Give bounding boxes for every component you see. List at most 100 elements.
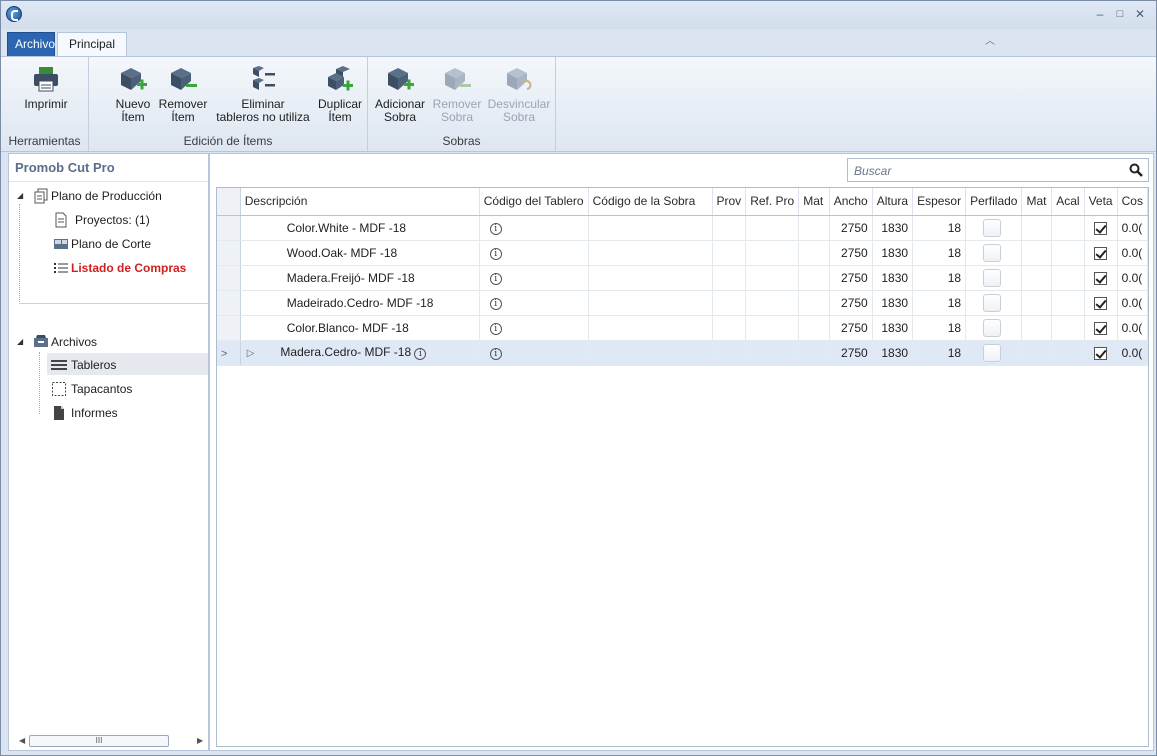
cell-codigo-sobra[interactable] — [588, 290, 713, 316]
search-icon[interactable] — [1129, 163, 1143, 177]
minimize-button[interactable]: ‒ — [1093, 7, 1107, 21]
column-header[interactable]: Prov — [712, 188, 747, 216]
table-row[interactable]: Color.White - MDF -18 i 2750 1830 18 0.0( — [217, 215, 1148, 241]
veta-checkbox[interactable] — [1094, 296, 1108, 310]
cell-ref-prov[interactable] — [745, 315, 800, 341]
column-header[interactable]: Perfilado — [965, 188, 1023, 216]
info-icon[interactable]: i — [489, 248, 502, 260]
column-header[interactable]: Mat — [798, 188, 830, 216]
cell-veta[interactable] — [1084, 240, 1118, 266]
cell-mat2[interactable] — [1021, 215, 1053, 241]
tree-item-proyectos[interactable]: Proyectos: (1) — [75, 213, 150, 227]
cell-mat[interactable] — [798, 215, 830, 241]
expand-toggle-icon[interactable]: ◢ — [17, 338, 25, 346]
cell-cos[interactable]: 0.0( — [1117, 215, 1148, 241]
cell-espesor[interactable]: 18 — [912, 240, 967, 266]
cell-mat[interactable] — [798, 265, 830, 291]
cell-veta[interactable] — [1084, 215, 1118, 241]
cell-descripcion[interactable]: Wood.Oak- MDF -18 — [240, 240, 480, 266]
cell-perfilado[interactable] — [965, 215, 1023, 241]
cell-prov[interactable] — [712, 340, 747, 366]
cell-veta[interactable] — [1084, 265, 1118, 291]
cell-altura[interactable]: 1830 — [872, 215, 914, 241]
row-header[interactable] — [217, 265, 241, 291]
perfilado-checkbox[interactable] — [983, 293, 1002, 312]
cell-ref-prov[interactable] — [745, 240, 800, 266]
cell-espesor[interactable]: 18 — [912, 290, 967, 316]
cell-mat2[interactable] — [1021, 240, 1053, 266]
info-icon[interactable]: i — [489, 348, 502, 360]
close-button[interactable]: ✕ — [1133, 7, 1147, 21]
cell-descripcion[interactable]: Madera.Freijó- MDF -18 — [240, 265, 480, 291]
cell-perfilado[interactable] — [965, 265, 1023, 291]
cell-altura[interactable]: 1830 — [872, 340, 914, 366]
cell-descripcion[interactable]: Madeirado.Cedro- MDF -18 — [240, 290, 480, 316]
cell-codigo-sobra[interactable] — [588, 215, 713, 241]
cell-descripcion[interactable]: ▷ Madera.Cedro- MDF -18 i — [240, 340, 480, 366]
cell-cos[interactable]: 0.0( — [1117, 290, 1148, 316]
print-button[interactable]: Imprimir — [11, 63, 81, 111]
row-header[interactable]: > — [217, 340, 241, 366]
info-icon[interactable]: i — [489, 298, 502, 310]
cell-ref-prov[interactable] — [745, 340, 800, 366]
cell-prov[interactable] — [712, 290, 747, 316]
cell-veta[interactable] — [1084, 315, 1118, 341]
scroll-right-icon[interactable]: ▶ — [197, 736, 203, 745]
cell-ref-prov[interactable] — [745, 215, 800, 241]
veta-checkbox[interactable] — [1094, 221, 1108, 235]
cell-ancho[interactable]: 2750 — [829, 265, 873, 291]
tree-item-informes[interactable]: Informes — [71, 406, 118, 420]
veta-checkbox[interactable] — [1094, 246, 1108, 260]
cell-mat[interactable] — [798, 315, 830, 341]
tree-item-archivos[interactable]: Archivos — [51, 335, 97, 349]
expand-row-icon[interactable]: ▷ — [247, 348, 255, 359]
scroll-left-icon[interactable]: ◀ — [19, 736, 25, 745]
cell-ancho[interactable]: 2750 — [829, 340, 873, 366]
column-header[interactable]: Veta — [1084, 188, 1118, 216]
veta-checkbox[interactable] — [1094, 321, 1108, 335]
cell-ref-prov[interactable] — [745, 290, 800, 316]
cell-perfilado[interactable] — [965, 290, 1023, 316]
cell-acal[interactable] — [1051, 240, 1085, 266]
cell-altura[interactable]: 1830 — [872, 315, 914, 341]
add-remnant-button[interactable]: Adicionar Sobra — [372, 63, 428, 124]
tree-item-plano-corte[interactable]: Plano de Corte — [71, 237, 151, 251]
remove-item-button[interactable]: Remover Ítem — [155, 63, 211, 124]
unlink-remnant-button[interactable]: Desvincular Sobra — [486, 63, 552, 124]
cell-altura[interactable]: 1830 — [872, 240, 914, 266]
perfilado-checkbox[interactable] — [983, 218, 1002, 237]
cell-mat2[interactable] — [1021, 340, 1053, 366]
cell-ancho[interactable]: 2750 — [829, 290, 873, 316]
column-header[interactable]: Cos — [1117, 188, 1148, 216]
info-icon[interactable]: i — [489, 273, 502, 285]
perfilado-checkbox[interactable] — [983, 268, 1002, 287]
cell-perfilado[interactable] — [965, 340, 1023, 366]
cell-altura[interactable]: 1830 — [872, 290, 914, 316]
info-icon[interactable]: i — [489, 223, 502, 235]
column-header[interactable]: Espesor — [912, 188, 967, 216]
row-header[interactable] — [217, 290, 241, 316]
table-row[interactable]: Madera.Freijó- MDF -18 i 2750 1830 18 0.0( — [217, 265, 1148, 291]
column-header[interactable]: Ref. Pro — [745, 188, 800, 216]
cell-codigo-tablero[interactable]: i — [479, 290, 589, 316]
info-icon[interactable]: i — [414, 348, 427, 360]
cell-codigo-tablero[interactable]: i — [479, 240, 589, 266]
cell-ref-prov[interactable] — [745, 265, 800, 291]
app-logo-icon[interactable] — [6, 6, 22, 22]
cell-altura[interactable]: 1830 — [872, 265, 914, 291]
cell-prov[interactable] — [712, 315, 747, 341]
table-row[interactable]: Madeirado.Cedro- MDF -18 i 2750 1830 18 0.0( — [217, 290, 1148, 316]
cell-mat[interactable] — [798, 240, 830, 266]
duplicate-item-button[interactable]: Duplicar Ítem — [315, 63, 365, 124]
perfilado-checkbox[interactable] — [983, 318, 1002, 337]
cell-codigo-tablero[interactable]: i — [479, 315, 589, 341]
column-header[interactable]: Ancho — [829, 188, 873, 216]
row-header[interactable] — [217, 240, 241, 266]
cell-acal[interactable] — [1051, 315, 1085, 341]
table-row[interactable]: Wood.Oak- MDF -18 i 2750 1830 18 0.0( — [217, 240, 1148, 266]
cell-cos[interactable]: 0.0( — [1117, 240, 1148, 266]
tree-item-tableros[interactable]: Tableros — [71, 358, 116, 372]
column-header[interactable]: Código del Tablero — [479, 188, 589, 216]
column-header[interactable]: Acal — [1051, 188, 1085, 216]
sidebar-horizontal-scrollbar[interactable]: ◀ III ▶ — [19, 734, 207, 749]
